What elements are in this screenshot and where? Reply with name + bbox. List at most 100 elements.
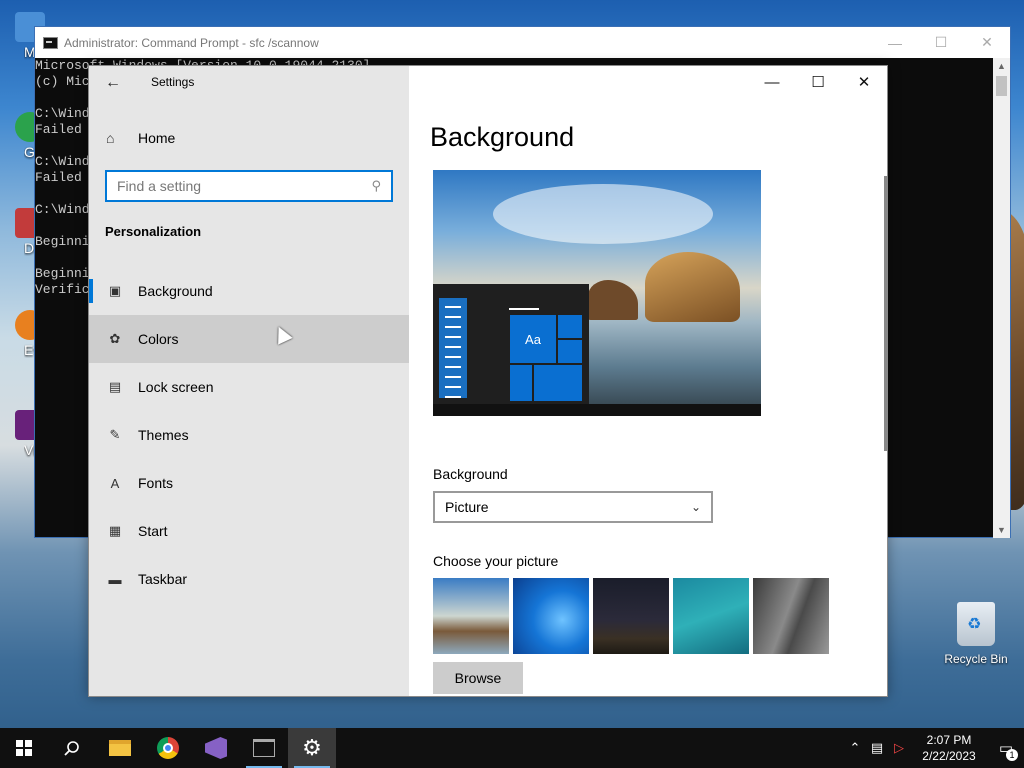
clock-time: 2:07 PM [926, 733, 972, 747]
sidebar-item-label: Colors [138, 331, 179, 347]
network-icon[interactable]: ▤ [866, 740, 888, 756]
cmd-maximize-button[interactable]: ☐ [918, 27, 964, 58]
sidebar-item-label: Lock screen [138, 379, 214, 395]
sidebar-item-label: Taskbar [138, 571, 188, 587]
preview-tile-header [509, 308, 539, 310]
cmd-taskbar-button[interactable] [240, 728, 288, 768]
recycle-bin-icon [957, 602, 995, 646]
cmd-icon [253, 739, 275, 757]
search-button[interactable] [48, 728, 96, 768]
cmd-minimize-button[interactable]: — [872, 27, 918, 58]
section-heading: Personalization [105, 224, 202, 239]
chevron-up-icon[interactable]: ⌃ [844, 740, 866, 756]
sidebar-item-background[interactable]: ▣ Background [89, 267, 409, 315]
picture-thumbnail[interactable] [433, 578, 509, 654]
taskbar-icon: ▬ [108, 571, 122, 587]
background-type-value: Picture [445, 499, 489, 515]
minimize-button[interactable]: — [749, 66, 795, 98]
cmd-close-button[interactable]: ✕ [964, 27, 1010, 58]
picture-thumbnails [433, 578, 829, 654]
preview-sample-tile: Aa [509, 314, 557, 364]
close-button[interactable]: ✕ [841, 66, 887, 98]
cmd-scrollbar[interactable]: ▲ ▼ [993, 58, 1010, 538]
windows-icon [16, 740, 32, 756]
preview-tile [557, 314, 583, 339]
preview-tile [533, 364, 583, 402]
action-center-button[interactable]: ▭ 1 [988, 739, 1024, 761]
desktop-icon-label: Recycle Bin [944, 652, 1008, 666]
preview-taskbar [433, 404, 761, 416]
search-icon: ⚲ [371, 178, 381, 193]
cmd-titlebar[interactable]: Administrator: Command Prompt - sfc /sca… [35, 27, 1010, 58]
browse-button[interactable]: Browse [433, 662, 523, 694]
scroll-thumb[interactable] [996, 76, 1007, 96]
desktop-icon-recycle-bin[interactable]: Recycle Bin [940, 602, 1012, 666]
settings-window[interactable]: ← Settings ⌂ Home Find a setting ⚲ Perso… [88, 65, 888, 697]
themes-icon: ✎ [109, 427, 121, 442]
picture-thumbnail[interactable] [753, 578, 829, 654]
cmd-title: Administrator: Command Prompt - sfc /sca… [64, 35, 319, 50]
sidebar-item-lock-screen[interactable]: ▤ Lock screen [89, 363, 409, 411]
picture-icon: ▣ [108, 283, 122, 298]
maximize-button[interactable]: ☐ [795, 66, 841, 98]
folder-icon [109, 740, 131, 756]
system-tray: ⌃ ▤ ▷ 2:07 PM 2/22/2023 ▭ 1 [844, 728, 1024, 768]
sidebar-item-fonts[interactable]: A Fonts [89, 459, 409, 507]
preview-rock [645, 252, 740, 322]
taskbar: ⚙ ⌃ ▤ ▷ 2:07 PM 2/22/2023 ▭ 1 [0, 728, 1024, 768]
notification-count: 1 [1006, 749, 1018, 761]
background-label: Background [433, 466, 508, 482]
choose-picture-label: Choose your picture [433, 553, 559, 569]
clock-date: 2/22/2023 [922, 749, 976, 763]
settings-taskbar-button[interactable]: ⚙ [288, 728, 336, 768]
preview-cloud [493, 184, 713, 244]
volume-icon[interactable]: ▷ [888, 740, 910, 756]
home-icon: ⌂ [106, 130, 115, 146]
scroll-down-icon[interactable]: ▼ [993, 522, 1010, 538]
gear-icon: ⚙ [302, 735, 322, 760]
start-button[interactable] [0, 728, 48, 768]
chrome-icon [157, 737, 179, 759]
sidebar-item-label: Themes [138, 427, 189, 443]
settings-scrollbar[interactable] [884, 176, 887, 451]
background-type-select[interactable]: Picture ⌄ [433, 491, 713, 523]
sidebar-item-colors[interactable]: ✿ Colors [89, 315, 409, 363]
search-input[interactable]: Find a setting ⚲ [105, 170, 393, 202]
taskbar-search-icon [64, 741, 79, 756]
visual-studio-icon [205, 737, 227, 759]
start-icon: ▦ [108, 523, 122, 538]
sidebar-item-label: Fonts [138, 475, 174, 491]
settings-main: — ☐ ✕ Background Aa Background Picture ⌄… [409, 66, 887, 696]
picture-thumbnail[interactable] [593, 578, 669, 654]
preview-start-menu: Aa [433, 284, 589, 404]
picture-thumbnail[interactable] [513, 578, 589, 654]
page-title: Background [430, 122, 575, 152]
sidebar-item-label: Home [138, 130, 176, 146]
settings-sidebar: ← Settings ⌂ Home Find a setting ⚲ Perso… [89, 66, 409, 696]
sidebar-item-themes[interactable]: ✎ Themes [89, 411, 409, 459]
palette-icon: ✿ [109, 331, 121, 346]
sidebar-item-start[interactable]: ▦ Start [89, 507, 409, 555]
preview-tiles: Aa [509, 314, 583, 402]
sidebar-item-label: Start [138, 523, 168, 539]
picture-thumbnail[interactable] [673, 578, 749, 654]
background-preview: Aa [433, 170, 761, 416]
chrome-taskbar-button[interactable] [144, 728, 192, 768]
scroll-up-icon[interactable]: ▲ [993, 58, 1010, 74]
visual-studio-taskbar-button[interactable] [192, 728, 240, 768]
lock-screen-icon: ▤ [108, 379, 122, 394]
preview-tile [509, 364, 533, 402]
cmd-icon [43, 36, 58, 49]
chevron-down-icon: ⌄ [690, 500, 701, 514]
file-explorer-button[interactable] [96, 728, 144, 768]
preview-app-list [439, 298, 467, 398]
sidebar-item-home[interactable]: ⌂ Home [89, 122, 409, 154]
fonts-icon: A [110, 475, 120, 491]
sidebar-item-taskbar[interactable]: ▬ Taskbar [89, 555, 409, 603]
search-placeholder: Find a setting [117, 178, 202, 194]
sidebar-item-label: Background [138, 283, 213, 299]
clock[interactable]: 2:07 PM 2/22/2023 [910, 732, 988, 764]
preview-small-rock [588, 280, 638, 320]
back-arrow-icon[interactable]: ← [105, 74, 121, 92]
preview-tile [557, 339, 583, 364]
